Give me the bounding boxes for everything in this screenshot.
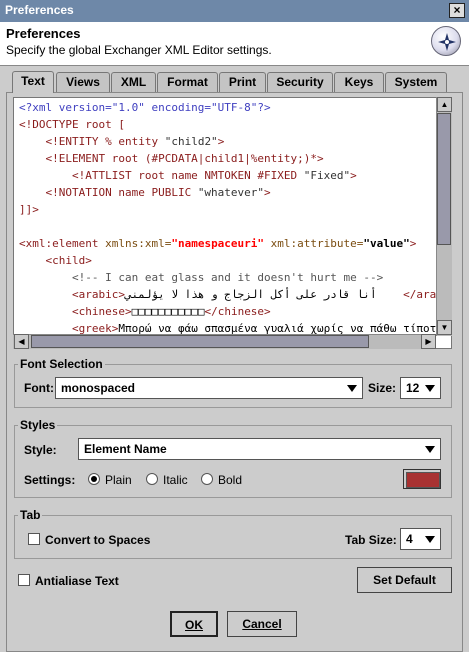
tab-system[interactable]: System [385, 72, 447, 92]
code-text: <?xml version="1.0" encoding="UTF-8"?> <!… [19, 99, 451, 337]
code-line: ]]> [19, 203, 39, 216]
scroll-up-icon[interactable]: ▲ [437, 97, 452, 112]
chevron-down-icon [425, 385, 435, 392]
ok-button[interactable]: OK [170, 611, 218, 637]
scroll-left-icon[interactable]: ◀ [14, 334, 29, 349]
tab-print[interactable]: Print [219, 72, 266, 92]
style-label: Style: [24, 443, 57, 457]
code-line: <!ELEMENT root (#PCDATA|child1|%entity;)… [19, 152, 324, 165]
code-line: <!NOTATION name PUBLIC "whatever"> [19, 186, 271, 199]
tab-format[interactable]: Format [157, 72, 218, 92]
header-title: Preferences [6, 26, 81, 41]
chevron-down-icon [425, 536, 435, 543]
tab-group-label: Tab [18, 508, 43, 522]
tab-text[interactable]: Text [12, 71, 54, 93]
code-line: <xml:element xmlns:xml="namespaceuri" xm… [19, 237, 417, 250]
tab-size-value: 4 [406, 532, 413, 546]
antialias-checkbox[interactable] [18, 574, 30, 586]
size-label: Size: [368, 381, 397, 395]
italic-radio-label: Italic [163, 473, 188, 487]
code-preview[interactable]: <?xml version="1.0" encoding="UTF-8"?> <!… [13, 97, 452, 349]
tab-size-label: Tab Size: [345, 533, 397, 547]
plain-radio[interactable] [88, 473, 100, 485]
font-size-value: 12 [406, 381, 420, 395]
settings-label: Settings: [24, 473, 76, 487]
style-select[interactable]: Element Name [78, 438, 441, 460]
bold-radio-label: Bold [218, 473, 243, 487]
code-line: <!ATTLIST root name NMTOKEN #FIXED "Fixe… [19, 169, 357, 182]
antialias-label: Antialiase Text [35, 574, 119, 588]
bold-radio[interactable] [201, 473, 213, 485]
chevron-down-icon [347, 385, 357, 392]
code-line: <!ENTITY % entity "child2"> [19, 135, 225, 148]
window-titlebar: Preferences [0, 0, 469, 22]
code-line: <chinese>□□□□□□□□□□□</chinese> [19, 305, 271, 318]
code-line: <!DOCTYPE root [ [19, 118, 125, 131]
code-line: <child> [19, 254, 92, 267]
code-line: <!-- I can eat glass and it doesn't hurt… [19, 271, 384, 284]
close-button[interactable]: × [449, 3, 465, 18]
dialog-header: Preferences Specify the global Exchanger… [0, 22, 469, 66]
color-swatch [406, 472, 440, 488]
font-label: Font: [24, 381, 54, 395]
font-select-value: monospaced [61, 381, 136, 395]
convert-to-spaces-checkbox[interactable] [28, 533, 40, 545]
tab-views[interactable]: Views [56, 72, 110, 92]
styles-label: Styles [18, 418, 58, 432]
chevron-down-icon [425, 446, 435, 453]
exchanger-logo-icon [431, 26, 461, 56]
scroll-down-icon[interactable]: ▼ [437, 320, 452, 335]
code-line: <?xml version="1.0" encoding="UTF-8"?> [19, 101, 271, 114]
code-line: <arabic>أنا قادر على أكل الزجاج و هذا لا… [19, 288, 451, 301]
scroll-right-icon[interactable]: ▶ [421, 334, 436, 349]
tab-security[interactable]: Security [267, 72, 333, 92]
font-select[interactable]: monospaced [55, 377, 363, 399]
convert-to-spaces-label: Convert to Spaces [45, 533, 151, 547]
tab-xml[interactable]: XML [111, 72, 156, 92]
styles-group [14, 425, 452, 498]
italic-radio[interactable] [146, 473, 158, 485]
cancel-button[interactable]: Cancel [227, 611, 297, 637]
style-select-value: Element Name [84, 442, 167, 456]
color-button[interactable] [403, 469, 441, 489]
window-title: Preferences [5, 3, 74, 17]
set-default-button[interactable]: Set Default [357, 567, 452, 593]
plain-radio-label: Plain [105, 473, 132, 487]
tab-keys[interactable]: Keys [334, 72, 384, 92]
vertical-scroll-thumb[interactable] [437, 113, 451, 245]
horizontal-scroll-thumb[interactable] [31, 335, 369, 348]
header-subtitle: Specify the global Exchanger XML Editor … [6, 43, 272, 57]
font-size-select[interactable]: 12 [400, 377, 441, 399]
tab-size-select[interactable]: 4 [400, 528, 441, 550]
font-selection-label: Font Selection [18, 357, 105, 371]
